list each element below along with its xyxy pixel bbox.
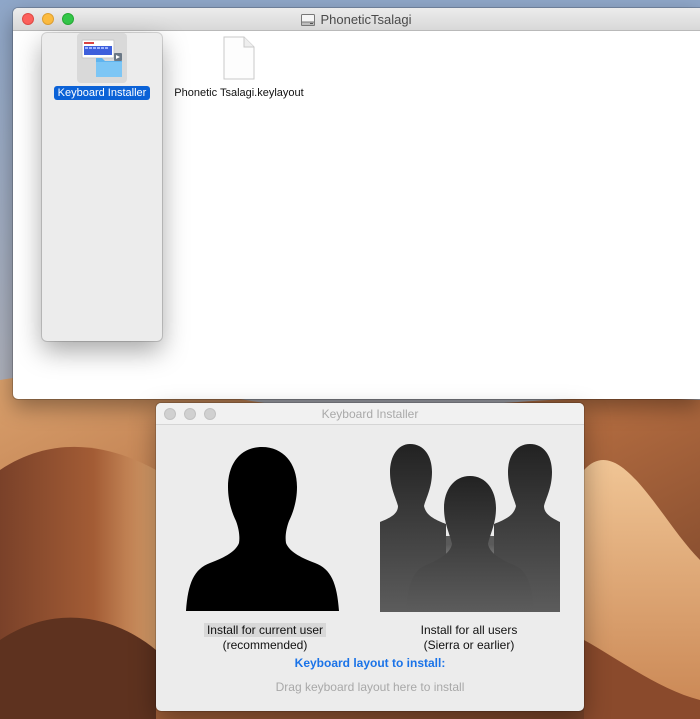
disk-image-icon (301, 13, 316, 26)
all-users-icon[interactable] (380, 436, 560, 612)
file-item-keyboard-installer[interactable]: Keyboard Installer (42, 33, 162, 341)
install-current-user-sublabel: (recommended) (222, 638, 308, 652)
finder-title: PhoneticTsalagi (13, 12, 700, 27)
install-current-user-option[interactable]: Install for current user (recommended) (190, 623, 340, 653)
file-label-keylayout[interactable]: Phonetic Tsalagi.keylayout (170, 86, 307, 100)
finder-title-text: PhoneticTsalagi (320, 12, 412, 27)
installer-title: Keyboard Installer (321, 407, 419, 421)
keyboard-installer-window: Keyboard Installer Install for current u… (156, 403, 584, 711)
document-graphic (223, 36, 255, 80)
install-current-user-label: Install for current user (203, 623, 327, 637)
install-all-users-sublabel: (Sierra or earlier) (423, 638, 515, 652)
installer-titlebar[interactable]: Keyboard Installer (156, 403, 584, 425)
install-all-users-option[interactable]: Install for all users (Sierra or earlier… (389, 623, 549, 653)
finder-titlebar[interactable]: PhoneticTsalagi (13, 8, 700, 31)
installer-app-graphic (81, 39, 122, 77)
keyboard-installer-app-icon[interactable] (77, 33, 127, 83)
install-all-users-label: Install for all users (420, 623, 518, 637)
single-user-icon[interactable] (185, 443, 340, 611)
file-label-keyboard-installer[interactable]: Keyboard Installer (53, 86, 151, 100)
keyboard-layout-drop-zone[interactable]: Drag keyboard layout here to install (156, 680, 584, 694)
document-icon[interactable] (214, 33, 264, 83)
file-item-keylayout[interactable]: Phonetic Tsalagi.keylayout (169, 33, 309, 101)
keyboard-layout-heading: Keyboard layout to install: (294, 656, 446, 670)
finder-icon-view[interactable]: Keyboard Installer Phonetic Tsalagi.keyl… (13, 31, 700, 399)
finder-window: PhoneticTsalagi Keyboard Installer Phone… (13, 8, 700, 399)
